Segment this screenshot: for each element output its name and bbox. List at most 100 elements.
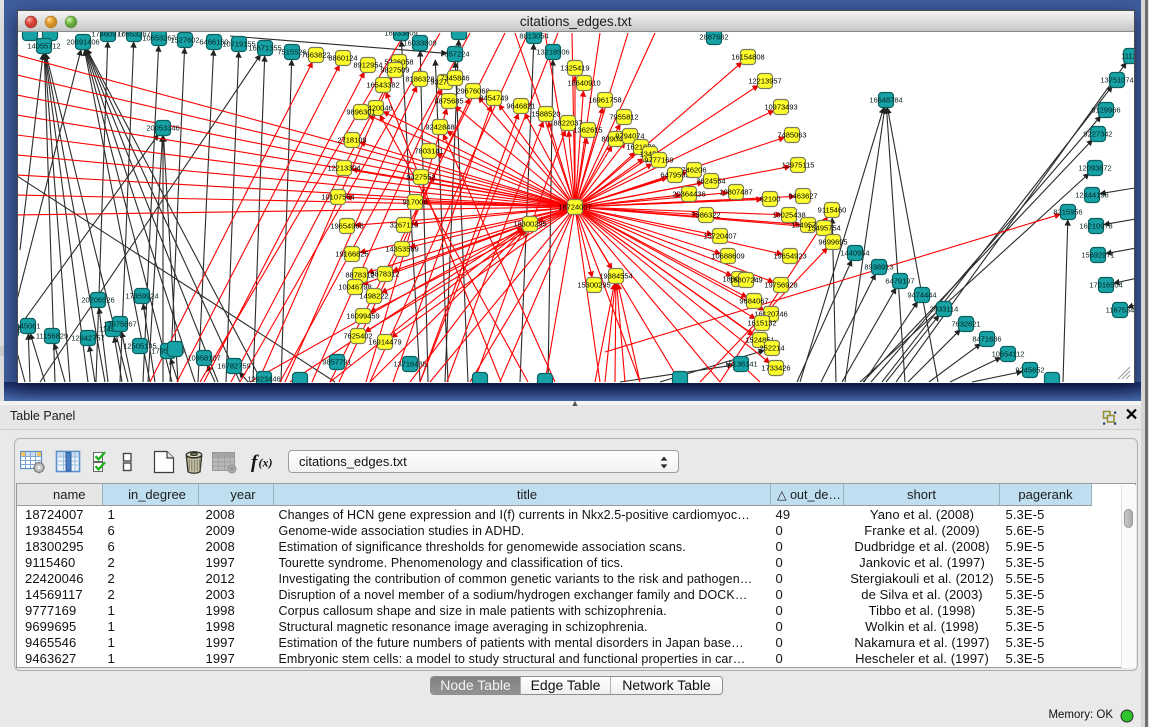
svg-text:9245652: 9245652 [1015, 366, 1044, 375]
svg-text:16961758: 16961758 [588, 96, 621, 105]
svg-text:19756928: 19756928 [764, 281, 797, 290]
svg-text:19654923: 19654923 [773, 252, 806, 261]
svg-text:12942757: 12942757 [71, 334, 104, 343]
svg-text:16154808: 16154808 [731, 53, 764, 62]
svg-text:12975115: 12975115 [781, 161, 814, 170]
svg-text:16648784: 16648784 [869, 96, 902, 105]
svg-text:11156829: 11156829 [35, 332, 67, 341]
svg-text:19654965: 19654965 [330, 222, 363, 231]
svg-text:7803141: 7803141 [414, 147, 443, 156]
svg-text:8878312: 8878312 [370, 270, 399, 279]
svg-text:12923446: 12923446 [247, 375, 280, 383]
svg-text:9227342: 9227342 [1083, 130, 1112, 139]
svg-text:18300295: 18300295 [513, 220, 546, 229]
svg-text:18807249: 18807249 [729, 276, 762, 285]
svg-text:2933114: 2933114 [929, 305, 958, 314]
svg-text:7986322: 7986322 [691, 211, 720, 220]
svg-text:16210973: 16210973 [1079, 222, 1112, 231]
svg-text:1527602: 1527602 [170, 36, 199, 45]
svg-text:917006: 917006 [402, 198, 427, 207]
svg-text:1440954: 1440954 [840, 249, 869, 258]
svg-text:9129966: 9129966 [1091, 106, 1120, 115]
svg-text:19384554: 19384554 [599, 272, 632, 281]
svg-text:746206: 746206 [681, 166, 706, 175]
svg-text:7955812: 7955812 [609, 113, 638, 122]
svg-text:12213957: 12213957 [748, 77, 781, 86]
svg-text:1615132: 1615132 [747, 319, 776, 328]
svg-text:10958107: 10958107 [187, 354, 220, 363]
svg-text:16099459: 16099459 [346, 312, 379, 321]
svg-text:16543382: 16543382 [366, 81, 399, 90]
svg-text:9857791: 9857791 [322, 358, 351, 367]
svg-text:10807487: 10807487 [719, 188, 752, 197]
svg-text:145061: 145061 [18, 322, 41, 331]
svg-text:13751074: 13751074 [1100, 76, 1133, 85]
svg-text:2887682: 2887682 [699, 33, 728, 42]
svg-text:8471636: 8471636 [972, 335, 1001, 344]
svg-text:12213304: 12213304 [327, 164, 360, 173]
svg-text:20364436: 20364436 [672, 190, 705, 199]
svg-text:8454749: 8454749 [479, 94, 508, 103]
svg-text:9777169: 9777169 [644, 156, 673, 165]
svg-text:8912954: 8912954 [353, 61, 382, 70]
svg-text:9474444: 9474444 [907, 291, 936, 300]
svg-text:15300295: 15300295 [577, 281, 610, 290]
svg-text:18640910: 18640910 [567, 79, 600, 88]
svg-text:1325419: 1325419 [560, 64, 589, 73]
svg-text:9115460: 9115460 [817, 206, 846, 215]
svg-text:10973493: 10973493 [764, 103, 797, 112]
svg-text:15136141: 15136141 [724, 360, 757, 369]
svg-text:7357224: 7357224 [440, 50, 469, 59]
svg-text:15720407: 15720407 [703, 232, 736, 241]
svg-text:8215956: 8215956 [1053, 208, 1082, 217]
svg-text:8813054: 8813054 [519, 32, 548, 41]
svg-text:7485063: 7485063 [777, 131, 806, 140]
svg-text:13975867: 13975867 [103, 320, 136, 329]
svg-text:7632621: 7632621 [951, 320, 980, 329]
svg-text:3267110: 3267110 [389, 221, 418, 230]
svg-text:9427552: 9427552 [406, 173, 435, 182]
svg-text:1167534: 1167534 [1105, 306, 1134, 315]
svg-text:11123: 11123 [1121, 52, 1134, 61]
svg-text:9684067: 9684067 [739, 297, 768, 306]
svg-text:252214: 252214 [759, 344, 784, 353]
svg-text:12093872: 12093872 [1078, 164, 1111, 173]
svg-text:1362615: 1362615 [573, 126, 602, 135]
svg-text:10654112: 10654112 [991, 350, 1024, 359]
svg-text:7515526: 7515526 [277, 48, 306, 57]
svg-text:1733426: 1733426 [761, 364, 790, 373]
svg-text:16782759: 16782759 [217, 362, 250, 371]
svg-text:16033809: 16033809 [403, 39, 436, 48]
svg-text:20053346: 20053346 [146, 124, 179, 133]
svg-text:15495754: 15495754 [807, 224, 840, 233]
svg-text:6479197: 6479197 [885, 277, 914, 286]
svg-text:1588520: 1588520 [531, 110, 560, 119]
svg-text:1498222: 1498222 [359, 292, 388, 301]
svg-text:12444196: 12444196 [1075, 191, 1108, 200]
svg-text:8875685: 8875685 [434, 97, 463, 106]
svg-text:14353569: 14353569 [385, 245, 418, 254]
svg-text:18724007: 18724007 [558, 203, 591, 212]
svg-text:7345846: 7345846 [440, 74, 469, 83]
svg-text:9463627: 9463627 [788, 192, 817, 201]
svg-text:9242848: 9242848 [425, 123, 454, 132]
svg-text:2718109: 2718109 [337, 136, 366, 145]
svg-text:3624554: 3624554 [696, 177, 725, 186]
svg-text:17359924: 17359924 [125, 292, 158, 301]
svg-text:15692971: 15692971 [1081, 251, 1114, 260]
svg-text:17016504: 17016504 [1089, 281, 1122, 290]
svg-text:(x): (x) [259, 456, 273, 470]
svg-text:20206526: 20206526 [81, 296, 114, 305]
svg-text:13218506: 13218506 [536, 48, 569, 57]
svg-text:62100: 62100 [759, 195, 780, 204]
svg-text:20691406: 20691406 [66, 38, 99, 47]
svg-text:10688609: 10688609 [711, 252, 744, 261]
svg-text:9896301: 9896301 [346, 108, 375, 117]
svg-text:13716485: 13716485 [393, 360, 426, 369]
svg-text:19166825: 19166825 [335, 250, 368, 259]
svg-text:9827509: 9827509 [380, 66, 409, 75]
svg-text:14055712: 14055712 [27, 42, 60, 51]
svg-text:10107554: 10107554 [321, 193, 354, 202]
svg-text:16914479: 16914479 [368, 338, 401, 347]
svg-text:8938913: 8938913 [864, 263, 893, 272]
